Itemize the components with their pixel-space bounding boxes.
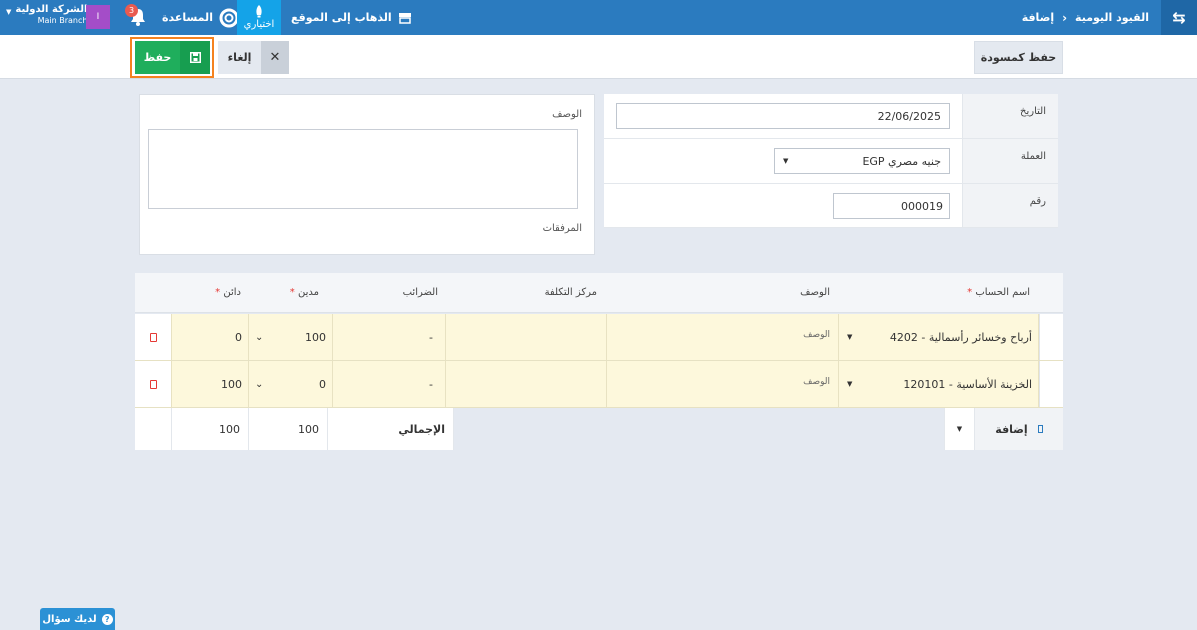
currency-select[interactable]: ▼ EGP جنيه مصري [774,148,950,174]
breadcrumb-journal-entries[interactable]: القيود اليومية [1075,11,1149,24]
ask-question-label: لديك سؤال [42,613,97,625]
add-line-label: إضافة [995,422,1028,436]
line-description-input[interactable]: الوصف [607,361,839,407]
top-navigation-bar: ⇆ القيود اليومية ‹ إضافة ▼ الشركة الدولي… [0,0,1197,35]
breadcrumb: القيود اليومية ‹ إضافة [1022,0,1149,35]
action-bar: حفظ ✕ إلغاء حفظ كمسودة [0,35,1197,79]
cost-center-input[interactable] [446,361,607,407]
tax-select[interactable]: - [333,314,446,360]
date-input[interactable]: 22/06/2025 [616,103,950,129]
line-description-input[interactable]: الوصف [607,314,839,360]
table-row: 0 ⌄ 100 - الوصف ▼ 4202 - أرباح وخسائر رأ… [135,314,1063,361]
help-label: المساعدة [162,11,213,24]
date-label: التاريخ [962,94,1058,138]
floppy-disk-icon [180,41,210,74]
entry-fields-panel: التاريخ 22/06/2025 العملة ▼ EGP جنيه مصر… [604,94,1058,228]
account-select[interactable]: ▼ 120101 - الخزينة الأساسية [839,361,1039,407]
delete-row-button[interactable] [135,314,172,360]
currency-label: العملة [962,139,1058,183]
table-row: 100 ⌄ 0 - الوصف ▼ 120101 - الخزينة الأسا… [135,361,1063,408]
currency-value: EGP جنيه مصري [862,154,941,168]
add-row-icon [1037,425,1043,433]
tax-select[interactable]: - [333,361,446,407]
table-header: * اسم الحساب الوصف مركز التكلفة الضرائب … [135,273,1063,313]
shortcuts-label: اختياري [243,19,275,30]
cancel-label: إلغاء [227,51,252,64]
cost-center-input[interactable] [446,314,607,360]
shortcuts-button[interactable]: اختياري [237,0,281,35]
footer-blank [135,408,172,450]
delete-row-button[interactable] [135,361,172,407]
currency-row: العملة ▼ EGP جنيه مصري [604,139,1058,184]
ask-question-button[interactable]: لديك سؤال ? [40,608,115,630]
header-taxes: الضرائب [402,287,438,298]
header-debit: * مدين [289,287,319,298]
go-to-site-link[interactable]: الذهاب إلى الموقع [291,0,412,35]
debit-value: 0 [319,377,326,391]
go-to-site-label: الذهاب إلى الموقع [291,11,392,24]
avatar[interactable]: I [86,5,110,29]
header-account: * اسم الحساب [967,287,1030,298]
help-link[interactable]: المساعدة [162,0,239,35]
date-row: التاريخ 22/06/2025 [604,94,1058,139]
branch-name: Main Branch [37,16,88,25]
account-value: 120101 - الخزينة الأساسية [903,377,1032,391]
total-debit: 100 [249,408,328,450]
rocket-icon [256,5,262,18]
header-description: الوصف [800,287,830,298]
attachments-label[interactable]: المرفقات [543,223,582,234]
description-label: الوصف [552,109,582,120]
total-credit: 100 [172,408,249,450]
caret-down-icon: ▼ [783,157,789,165]
company-switcher[interactable]: ▼ الشركة الدولية Main Branch [6,4,87,25]
footer-spacer [454,408,944,450]
number-input[interactable]: 000019 [833,193,950,219]
account-value: 4202 - أرباح وخسائر رأسمالية [889,330,1032,344]
journal-lines-table: * اسم الحساب الوصف مركز التكلفة الضرائب … [135,273,1063,450]
total-label: الإجمالي [328,408,454,450]
row-handle[interactable] [1039,314,1063,360]
caret-down-icon: ▼ [6,8,12,16]
header-credit: * دائن [215,287,241,298]
close-icon: ✕ [261,41,289,74]
account-select[interactable]: ▼ 4202 - أرباح وخسائر رأسمالية [839,314,1039,360]
company-name: الشركة الدولية [15,4,88,15]
notification-badge: 3 [125,4,138,17]
table-footer: 100 100 الإجمالي ▼ إضافة [135,408,1063,450]
description-panel: الوصف المرفقات [139,94,595,255]
credit-input[interactable]: 100 [172,361,249,407]
breadcrumb-add: إضافة [1021,11,1055,24]
question-icon: ? [101,613,113,625]
save-label: حفظ [143,51,172,64]
save-as-draft-button[interactable]: حفظ كمسودة [974,41,1063,74]
add-line-button[interactable]: إضافة [975,408,1063,450]
number-row: رقم 000019 [604,184,1058,228]
debit-input[interactable]: ⌄ 0 [249,361,333,407]
caret-down-icon: ▼ [847,333,853,341]
credit-input[interactable]: 0 [172,314,249,360]
lifebuoy-icon [219,8,239,27]
chevron-down-icon[interactable]: ⌄ [255,379,263,390]
store-icon [398,12,411,24]
trash-icon [149,379,157,389]
caret-down-icon: ▼ [956,425,963,433]
description-textarea[interactable] [148,129,578,209]
caret-down-icon: ▼ [847,380,853,388]
save-button[interactable]: حفظ [135,41,210,74]
add-options-dropdown[interactable]: ▼ [944,408,975,450]
header-cost-center: مركز التكلفة [544,287,597,298]
cancel-button[interactable]: ✕ إلغاء [218,41,289,74]
menu-toggle-icon[interactable]: ⇆ [1161,0,1197,35]
chevron-down-icon[interactable]: ⌄ [255,332,263,343]
number-label: رقم [962,184,1058,227]
trash-icon [149,332,157,342]
debit-input[interactable]: ⌄ 100 [249,314,333,360]
row-handle[interactable] [1039,361,1063,407]
debit-value: 100 [305,330,326,344]
chevron-left-icon: ‹ [1062,10,1068,25]
